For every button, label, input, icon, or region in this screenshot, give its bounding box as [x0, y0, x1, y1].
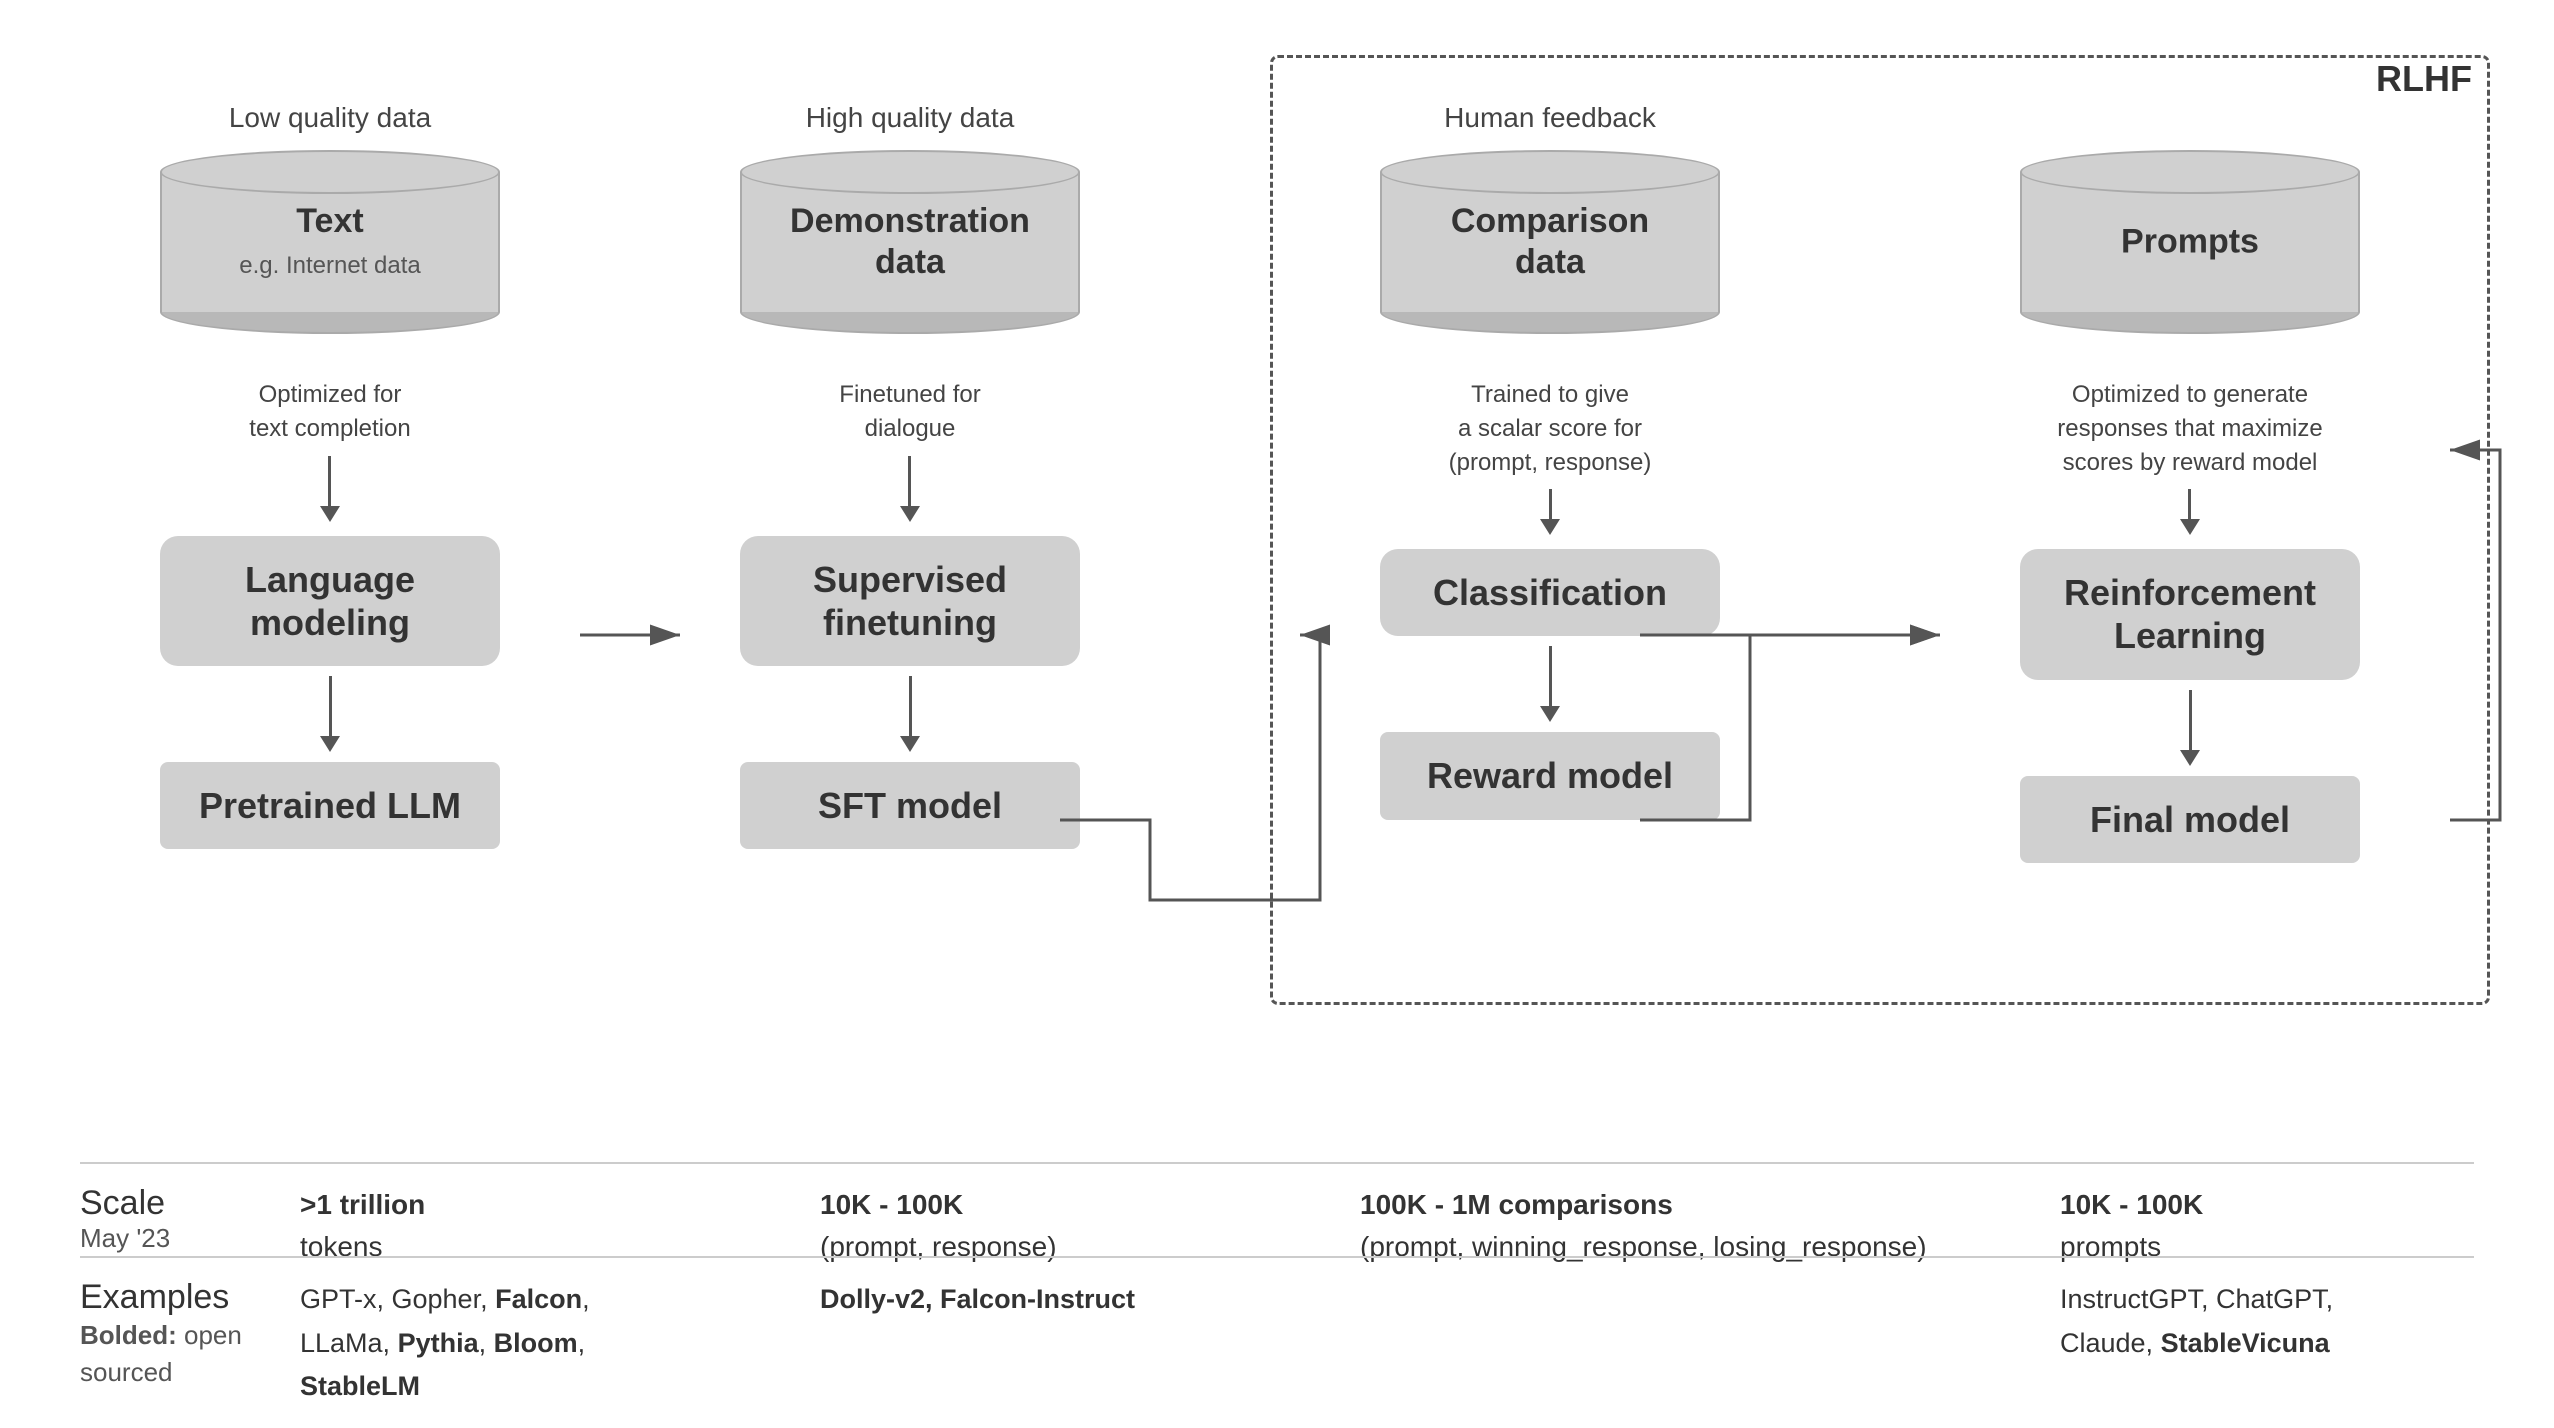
col3-data-label: Human feedback	[1444, 100, 1656, 136]
col4-process-box: ReinforcementLearning	[2020, 549, 2360, 679]
examples-col4: InstructGPT, ChatGPT,Claude, StableVicun…	[2020, 1278, 2460, 1364]
col3-arrow2	[1540, 646, 1560, 722]
col1-data-label: Low quality data	[229, 100, 431, 136]
col2-cylinder-title: Demonstrationdata	[790, 203, 1030, 282]
col4-output-box: Final model	[2020, 776, 2360, 863]
examples-label-block: Examples Bolded: opensourced	[80, 1278, 280, 1390]
col3-cylinder: Comparisondata	[1380, 150, 1720, 350]
col2-arrow1-label: Finetuned fordialogue	[829, 378, 990, 445]
scale-col3: 100K - 1M comparisons (prompt, winning_r…	[1320, 1184, 2020, 1268]
col1-output-box: Pretrained LLM	[160, 762, 500, 849]
divider-1	[80, 1162, 2474, 1164]
col4-arrow1-down	[2180, 489, 2200, 535]
col1-arrow2	[320, 676, 340, 752]
examples-label: Examples	[80, 1278, 280, 1317]
scale-col3-bold: 100K - 1M comparisons	[1360, 1189, 1673, 1220]
scale-section: Scale May '23 >1 trillion tokens 10K - 1…	[80, 1162, 2474, 1268]
col1-cylinder-title: Text	[296, 203, 363, 241]
examples-section: Examples Bolded: opensourced GPT-x, Goph…	[80, 1256, 2474, 1408]
scale-col2: 10K - 100K (prompt, response)	[780, 1184, 1320, 1268]
col2-arrow1: Finetuned fordialogue	[829, 378, 990, 525]
scale-label: Scale	[80, 1184, 280, 1223]
col4-arrow2	[2180, 690, 2200, 766]
column-2: High quality data Demonstrationdata Fine…	[660, 100, 1160, 849]
col1-arrow1-label: Optimized fortext completion	[239, 378, 420, 445]
examples-col3	[1320, 1278, 2020, 1321]
scale-col1-bold: >1 trillion	[300, 1189, 425, 1220]
col4-arrow1-label: Optimized to generateresponses that maxi…	[2047, 378, 2332, 479]
col4-arrow1: Optimized to generateresponses that maxi…	[2047, 378, 2332, 539]
col2-data-label: High quality data	[806, 100, 1015, 136]
col2-arrow2	[900, 676, 920, 752]
examples-col1: GPT-x, Gopher, Falcon,LLaMa, Pythia, Blo…	[280, 1278, 780, 1408]
scale-col2-bold: 10K - 100K	[820, 1189, 963, 1220]
col3-process-box: Classification	[1380, 549, 1720, 636]
col4-cylinder-title: Prompts	[2121, 223, 2259, 261]
col1-process-box: Languagemodeling	[160, 536, 500, 666]
col1-arrow1: Optimized fortext completion	[239, 378, 420, 525]
divider-2	[80, 1256, 2474, 1258]
col2-process-box: Supervisedfinetuning	[740, 536, 1080, 666]
col1-cylinder: Text e.g. Internet data	[160, 150, 500, 350]
col1-arrow1-down	[320, 456, 340, 522]
column-4: placeholder Prompts Optimized to generat…	[1940, 100, 2440, 863]
col3-output-box: Reward model	[1380, 732, 1720, 819]
examples-row: Examples Bolded: opensourced GPT-x, Goph…	[80, 1278, 2474, 1408]
examples-col2: Dolly-v2, Falcon-Instruct	[780, 1278, 1320, 1321]
col4-cylinder: Prompts	[2020, 150, 2360, 350]
scale-col4: 10K - 100K prompts	[2020, 1184, 2460, 1268]
rlhf-label: RLHF	[2376, 58, 2472, 100]
examples-sublabel: Bolded: opensourced	[80, 1317, 280, 1390]
scale-label-block: Scale May '23	[80, 1184, 280, 1254]
scale-row: Scale May '23 >1 trillion tokens 10K - 1…	[80, 1184, 2474, 1268]
scale-col4-bold: 10K - 100K	[2060, 1189, 2203, 1220]
col1-cylinder-subtitle: e.g. Internet data	[239, 252, 420, 279]
col3-cylinder-title: Comparisondata	[1451, 203, 1649, 282]
col3-arrow1-down	[1540, 489, 1560, 535]
col2-cylinder: Demonstrationdata	[740, 150, 1080, 350]
column-1: Low quality data Text e.g. Internet data…	[80, 100, 580, 849]
col2-arrow1-down	[900, 456, 920, 522]
scale-sublabel: May '23	[80, 1223, 280, 1254]
column-3: Human feedback Comparisondata Trained to…	[1300, 100, 1800, 820]
scale-col1: >1 trillion tokens	[280, 1184, 780, 1268]
col2-output-box: SFT model	[740, 762, 1080, 849]
col3-arrow1: Trained to givea scalar score for(prompt…	[1439, 378, 1662, 539]
col3-arrow1-label: Trained to givea scalar score for(prompt…	[1439, 378, 1662, 479]
